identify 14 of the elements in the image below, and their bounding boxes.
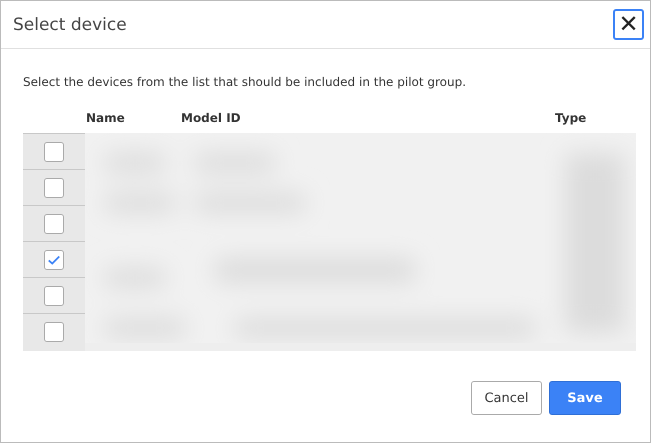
save-button[interactable]: Save [549, 381, 621, 415]
column-header: Type [555, 111, 586, 125]
column-header: Name [86, 111, 125, 125]
checkbox[interactable] [44, 322, 64, 342]
checkbox[interactable] [44, 142, 64, 162]
checkbox[interactable] [44, 214, 64, 234]
dialog-title: Select device [13, 14, 127, 34]
checkbox[interactable] [44, 286, 64, 306]
checkbox[interactable] [44, 178, 64, 198]
column-header: Model ID [181, 111, 241, 125]
checkbox[interactable] [44, 250, 64, 270]
close-button[interactable]: ✕ [613, 9, 644, 40]
cancel-button[interactable]: Cancel [471, 381, 542, 415]
instruction-text: Select the devices from the list that should be included in the pilot group. [23, 75, 468, 89]
